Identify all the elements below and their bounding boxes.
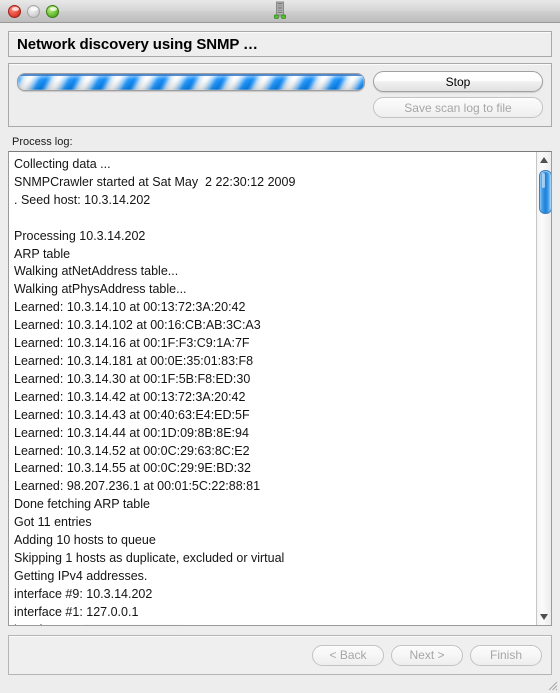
- log-line: SNMPCrawler started at Sat May 2 22:30:1…: [14, 174, 296, 189]
- log-line: Learned: 10.3.14.44 at 00:1D:09:8B:8E:94: [14, 425, 249, 440]
- log-line: Learned: 10.3.14.102 at 00:16:CB:AB:3C:A…: [14, 318, 261, 333]
- log-line: Collecting data ...: [14, 157, 111, 171]
- scroll-down-arrow-icon[interactable]: [537, 610, 551, 624]
- log-line: Learned: 10.3.14.30 at 00:1F:5B:F8:ED:30: [14, 371, 251, 386]
- scroll-up-arrow-icon[interactable]: [537, 153, 551, 167]
- stop-button[interactable]: Stop: [373, 71, 543, 92]
- log-line: Learned: 10.3.14.42 at 00:13:72:3A:20:42: [14, 389, 246, 404]
- log-line: interface #1: 127.0.0.1: [14, 604, 139, 619]
- log-line: Done fetching ARP table: [14, 497, 150, 512]
- log-line: Adding 10 hosts to queue: [14, 533, 156, 548]
- zoom-button-icon[interactable]: [46, 4, 59, 18]
- progress-stripes: [18, 74, 364, 90]
- progress-bar-container: [17, 71, 373, 91]
- window-titlebar[interactable]: [0, 0, 560, 23]
- progress-top-edge: [18, 74, 364, 76]
- process-log-frame: Collecting data ... SNMPCrawler started a…: [8, 151, 552, 626]
- scrollbar-thumb[interactable]: [539, 170, 551, 214]
- back-button[interactable]: < Back: [312, 644, 384, 666]
- log-line: . Seed host: 10.3.14.202: [14, 192, 151, 207]
- finish-button[interactable]: Finish: [470, 644, 542, 666]
- wizard-header-panel: Network discovery using SNMP …: [8, 31, 552, 57]
- log-line: interface #8:: [14, 622, 536, 625]
- log-line: Learned: 10.3.14.55 at 00:0C:29:9E:BD:32: [14, 461, 251, 476]
- progress-panel: Stop Save scan log to file: [8, 63, 552, 127]
- minimize-button-icon[interactable]: [27, 4, 40, 18]
- page-title: Network discovery using SNMP …: [17, 35, 258, 53]
- scan-progress-bar: [17, 73, 365, 91]
- log-line: Learned: 10.3.14.52 at 00:0C:29:63:8C:E2: [14, 443, 250, 458]
- log-scrollbar[interactable]: [536, 152, 551, 625]
- process-log-textarea[interactable]: Collecting data ... SNMPCrawler started a…: [9, 152, 536, 625]
- log-line: Skipping 1 hosts as duplicate, excluded …: [14, 550, 285, 565]
- process-log-label: Process log:: [12, 136, 73, 148]
- log-line: Walking atPhysAddress table...: [14, 282, 187, 297]
- log-line: Learned: 98.207.236.1 at 00:01:5C:22:88:…: [14, 479, 261, 494]
- save-scan-log-button[interactable]: Save scan log to file: [373, 97, 543, 118]
- traffic-light-group: [0, 4, 59, 18]
- log-line: Learned: 10.3.14.181 at 00:0E:35:01:83:F…: [14, 353, 254, 368]
- progress-actions: Stop Save scan log to file: [373, 71, 543, 118]
- wizard-footer-panel: < Back Next > Finish: [8, 635, 552, 675]
- log-line: Got 11 entries: [14, 515, 92, 530]
- log-line: Walking atNetAddress table...: [14, 264, 179, 279]
- next-button[interactable]: Next >: [391, 644, 463, 666]
- log-line: Getting IPv4 addresses.: [14, 568, 148, 583]
- log-line: ARP table: [14, 246, 71, 261]
- log-line: interface #9: 10.3.14.202: [14, 586, 153, 601]
- log-line: Learned: 10.3.14.10 at 00:13:72:3A:20:42: [14, 300, 246, 315]
- close-button-icon[interactable]: [8, 4, 21, 18]
- snmp-discovery-window: Network discovery using SNMP … Stop Save…: [0, 0, 560, 693]
- log-line: Learned: 10.3.14.16 at 00:1F:F3:C9:1A:7F: [14, 336, 250, 351]
- log-line: Processing 10.3.14.202: [14, 228, 146, 243]
- log-line: Learned: 10.3.14.43 at 00:40:63:E4:ED:5F: [14, 407, 250, 422]
- server-tower-icon: [272, 1, 288, 20]
- resize-grip-icon[interactable]: [545, 678, 558, 691]
